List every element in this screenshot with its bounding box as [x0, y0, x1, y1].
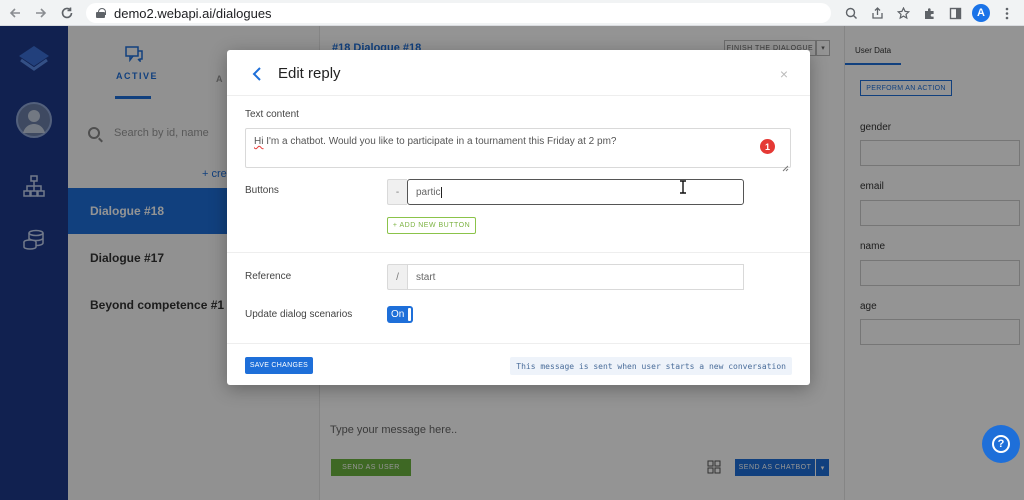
text-caret — [441, 186, 443, 198]
edit-reply-modal: Edit reply × Text content Hi I'm a chatb… — [227, 50, 810, 385]
back-icon[interactable] — [4, 2, 26, 24]
button-text-input[interactable]: partic — [407, 179, 744, 205]
reference-input[interactable]: start — [407, 264, 744, 290]
zoom-icon[interactable] — [840, 3, 862, 23]
divider — [227, 95, 810, 96]
browser-toolbar: demo2.webapi.ai/dialogues A — [0, 0, 1024, 26]
update-scenarios-toggle[interactable]: On — [387, 306, 413, 323]
reference-label: Reference — [245, 271, 292, 282]
extensions-icon[interactable] — [918, 3, 940, 23]
divider — [227, 343, 810, 344]
add-new-button[interactable]: + ADD NEW BUTTON — [387, 217, 476, 234]
ibeam-cursor-icon — [679, 180, 687, 194]
text-content-textarea[interactable]: Hi I'm a chatbot. Would you like to part… — [245, 128, 791, 168]
text-content-label: Text content — [245, 109, 299, 120]
profile-avatar[interactable]: A — [970, 3, 992, 23]
share-icon[interactable] — [866, 3, 888, 23]
reference-hint: This message is sent when user starts a … — [510, 357, 792, 375]
address-bar[interactable]: demo2.webapi.ai/dialogues — [86, 3, 831, 23]
reference-value: start — [416, 271, 436, 283]
sidepanel-icon[interactable] — [944, 3, 966, 23]
buttons-label: Buttons — [245, 185, 279, 196]
forward-icon[interactable] — [30, 2, 52, 24]
error-badge: 1 — [760, 139, 775, 154]
close-icon[interactable]: × — [780, 66, 788, 82]
text-rest: I'm a chatbot. Would you like to partici… — [263, 136, 617, 147]
reload-icon[interactable] — [56, 2, 78, 24]
divider — [227, 252, 810, 253]
lock-icon — [96, 8, 106, 18]
button-text-value: partic — [416, 186, 441, 198]
resize-handle-icon[interactable] — [782, 159, 789, 172]
back-chevron-icon[interactable] — [249, 64, 265, 84]
menu-icon[interactable] — [996, 3, 1018, 23]
url-text: demo2.webapi.ai/dialogues — [114, 5, 272, 21]
reference-prefix: / — [387, 264, 407, 290]
button-remove-prefix[interactable]: - — [387, 179, 407, 205]
help-button[interactable]: ? — [982, 425, 1020, 463]
update-scenarios-label: Update dialog scenarios — [245, 309, 353, 320]
question-icon: ? — [992, 435, 1010, 453]
modal-title: Edit reply — [278, 65, 341, 82]
star-icon[interactable] — [892, 3, 914, 23]
save-changes-button[interactable]: SAVE CHANGES — [245, 357, 313, 374]
